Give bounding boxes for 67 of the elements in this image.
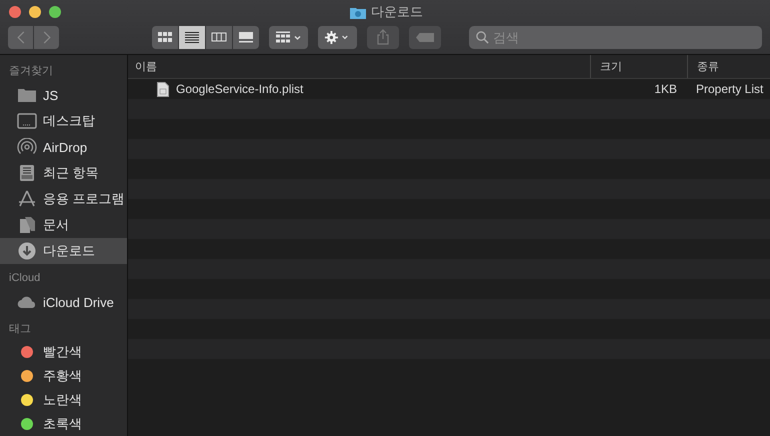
sidebar-item-label: 최근 항목 <box>43 164 99 182</box>
document-icon <box>157 82 169 96</box>
action-button[interactable] <box>318 26 357 48</box>
icons-view-button[interactable] <box>152 26 178 48</box>
list-view-button[interactable] <box>179 26 205 48</box>
sidebar-item[interactable]: 응용 프로그램 <box>0 186 127 212</box>
window-title: 다운로드 <box>371 3 423 21</box>
sidebar-item-label: AirDrop <box>43 140 88 154</box>
sidebar-item-label: JS <box>43 88 58 102</box>
documents-icon <box>17 216 37 234</box>
minimize-button[interactable] <box>29 6 41 18</box>
list-icon <box>184 31 200 43</box>
file-name: GoogleService-Info.plist <box>176 82 304 96</box>
back-button[interactable] <box>8 26 33 48</box>
sidebar-item[interactable]: 데스크탑 <box>0 108 127 134</box>
tag-button[interactable] <box>408 26 441 48</box>
gallery-view-button[interactable] <box>233 26 259 48</box>
file-kind: Property List <box>695 82 764 96</box>
group-button[interactable] <box>269 26 308 48</box>
sidebar-item-label: 문서 <box>43 216 69 234</box>
grid-icon <box>157 31 173 43</box>
grid-dropdown-icon <box>275 30 302 44</box>
sidebar-item[interactable]: 최근 항목 <box>0 160 127 186</box>
columns-view-button[interactable] <box>206 26 232 48</box>
sidebar-item[interactable]: 노란색 <box>0 388 127 412</box>
tag-icon <box>416 32 434 42</box>
sidebar-item-label: 빨간색 <box>43 343 82 361</box>
columns-icon <box>211 31 227 43</box>
sidebar-item-label: iCloud Drive <box>43 294 114 310</box>
downloads-icon <box>17 242 37 260</box>
file-size: 1KB <box>653 82 678 96</box>
close-button[interactable] <box>9 6 21 18</box>
column-header[interactable]: 종류 <box>687 55 770 78</box>
sidebar-item[interactable]: 주황색 <box>0 364 127 388</box>
folder-icon <box>350 6 366 18</box>
chevron-left-icon <box>16 30 24 44</box>
sidebar-item-label: 주황색 <box>43 367 82 385</box>
sidebar-item[interactable]: 빨간색 <box>0 340 127 364</box>
sidebar-section-header: iCloud <box>8 271 42 286</box>
sidebar-section-header: 태그 <box>8 322 32 337</box>
sidebar-item[interactable]: AirDrop <box>0 134 127 160</box>
sidebar-item-label: 다운로드 <box>43 242 95 260</box>
sidebar-item[interactable]: iCloud Drive <box>0 289 127 315</box>
folder-icon <box>17 86 37 104</box>
sidebar-section-header: 즐겨찾기 <box>8 64 54 79</box>
gear-dropdown-icon <box>324 30 350 44</box>
desktop-icon <box>17 112 37 130</box>
share-button[interactable] <box>366 26 399 48</box>
gallery-icon <box>238 31 254 43</box>
airdrop-icon <box>17 138 37 156</box>
column-header[interactable]: 크기 <box>590 55 687 78</box>
sidebar-item-label: 응용 프로그램 <box>43 190 125 208</box>
sidebar-item[interactable]: JS <box>0 82 127 108</box>
chevron-right-icon <box>42 30 50 44</box>
forward-button[interactable] <box>34 26 59 48</box>
apps-icon <box>17 190 37 208</box>
sidebar-item-label: 데스크탑 <box>43 112 95 130</box>
sidebar-item[interactable]: 초록색 <box>0 412 127 436</box>
sidebar-item-label: 초록색 <box>43 415 82 433</box>
zoom-button[interactable] <box>49 6 61 18</box>
sidebar-item-label: 노란색 <box>43 391 82 409</box>
recents-icon <box>17 164 37 182</box>
sidebar-item[interactable]: 문서 <box>0 212 127 238</box>
column-header[interactable]: 이름 <box>128 55 590 78</box>
share-icon <box>376 29 389 45</box>
sidebar-item[interactable]: 다운로드 <box>0 238 127 264</box>
search-icon <box>476 30 489 44</box>
